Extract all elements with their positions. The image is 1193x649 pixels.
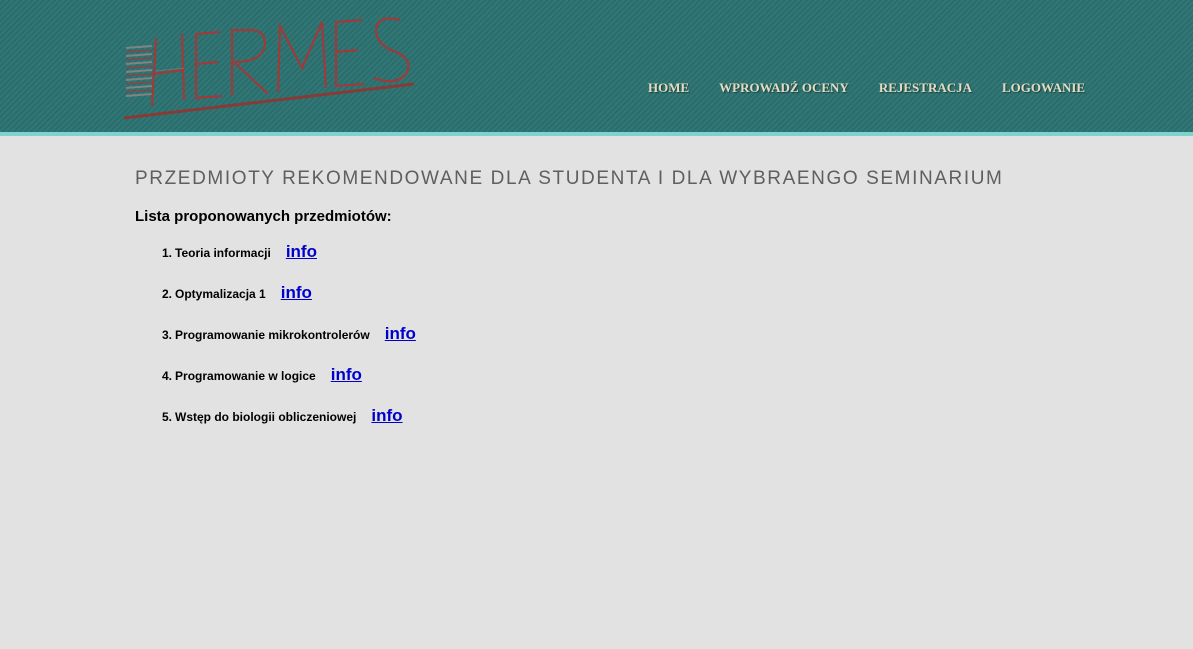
main-content: PRZEDMIOTY REKOMENDOWANE DLA STUDENTA I … (135, 168, 1135, 447)
list-heading: Lista proponowanych przedmiotów: (135, 208, 392, 225)
nav-wprowadz-oceny[interactable]: WPROWADŹ OCENY (719, 80, 849, 96)
info-link[interactable]: info (371, 406, 402, 426)
subject-name: Programowanie w logice (175, 369, 316, 383)
subject-list: 1. Teoria informacji info 2. Optymalizac… (135, 242, 1135, 447)
list-item: 1. Teoria informacji info (162, 242, 1135, 283)
list-item: 5. Wstęp do biologii obliczeniowej info (162, 406, 1135, 447)
nav-logowanie[interactable]: LOGOWANIE (1002, 80, 1085, 96)
page-title: PRZEDMIOTY REKOMENDOWANE DLA STUDENTA I … (135, 168, 1004, 189)
item-number: 2. (162, 287, 173, 301)
subject-name: Optymalizacja 1 (175, 287, 266, 301)
info-link[interactable]: info (331, 365, 362, 385)
item-number: 1. (162, 246, 173, 260)
item-number: 3. (162, 328, 173, 342)
nav-rejestracja[interactable]: REJESTRACJA (879, 80, 972, 96)
subject-name: Teoria informacji (175, 246, 271, 260)
list-item: 4. Programowanie w logice info (162, 365, 1135, 406)
item-number: 4. (162, 369, 173, 383)
hermes-logo[interactable] (122, 8, 418, 126)
subject-name: Wstęp do biologii obliczeniowej (175, 410, 357, 424)
list-item: 2. Optymalizacja 1 info (162, 283, 1135, 324)
item-number: 5. (162, 410, 173, 424)
info-link[interactable]: info (385, 324, 416, 344)
main-navigation: HOME WPROWADŹ OCENY REJESTRACJA LOGOWANI… (648, 80, 1085, 96)
nav-home[interactable]: HOME (648, 80, 689, 96)
info-link[interactable]: info (281, 283, 312, 303)
site-header: HOME WPROWADŹ OCENY REJESTRACJA LOGOWANI… (0, 0, 1193, 136)
list-item: 3. Programowanie mikrokontrolerów info (162, 324, 1135, 365)
subject-name: Programowanie mikrokontrolerów (175, 328, 370, 342)
info-link[interactable]: info (286, 242, 317, 262)
